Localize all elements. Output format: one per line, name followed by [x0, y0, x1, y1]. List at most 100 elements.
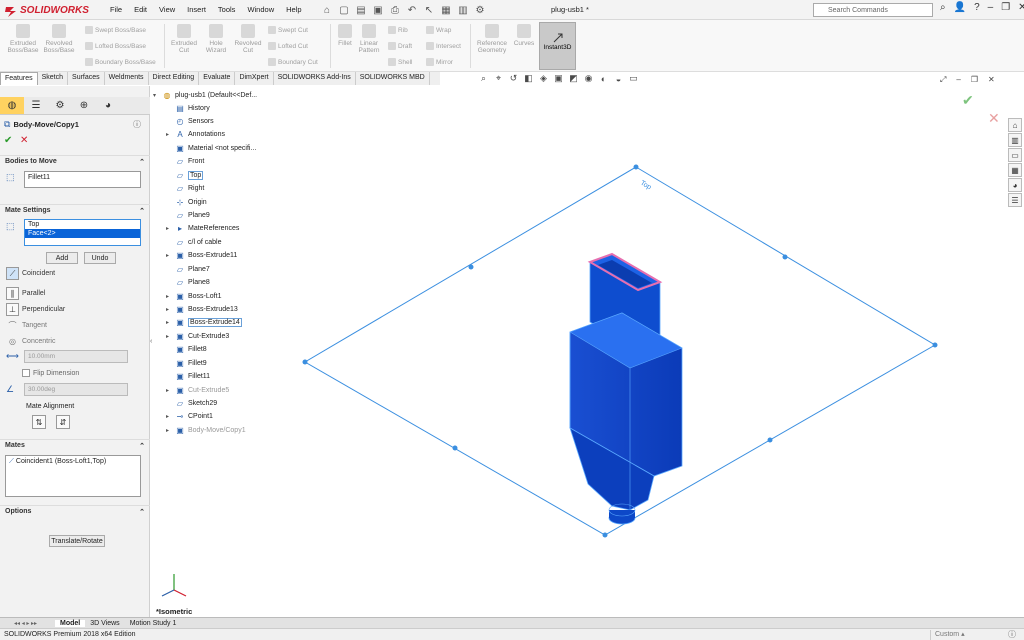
configuration-manager-icon[interactable]: ⚙ — [48, 97, 72, 114]
minimize-icon[interactable]: – — [988, 2, 994, 13]
solidworks-logo[interactable]: SOLIDWORKS — [4, 4, 89, 17]
hole-wizard-button[interactable]: Hole Wizard — [200, 24, 232, 54]
property-manager-icon[interactable]: ☰ — [24, 97, 48, 114]
tab-dimxpert[interactable]: DimXpert — [235, 72, 274, 85]
custom-properties-icon[interactable]: ☰ — [1008, 193, 1022, 207]
previous-view-icon[interactable]: ↺ — [508, 73, 519, 84]
viewport-minimize-icon[interactable]: – — [956, 75, 960, 85]
lofted-cut-button[interactable]: Lofted Cut — [268, 42, 308, 50]
concentric-option[interactable]: ◎ Concentric — [6, 335, 55, 348]
aligned-icon[interactable]: ⇅ — [32, 415, 46, 429]
display-style-icon[interactable]: ◩ — [568, 73, 579, 84]
mate-entry[interactable]: Coincident1 (Boss-Loft1,Top) — [16, 458, 106, 494]
intersect-button[interactable]: Intersect — [426, 42, 461, 50]
viewport-close-icon[interactable]: ✕ — [988, 75, 995, 85]
tab-scroll-arrows[interactable]: ◂◂ ◂ ▸ ▸▸ — [0, 620, 55, 627]
mate-item-top[interactable]: Top — [25, 220, 140, 229]
menu-tools[interactable]: Tools — [212, 3, 242, 16]
linear-pattern-button[interactable]: Linear Pattern — [356, 24, 382, 54]
mates-list[interactable]: ⟋ Coincident1 (Boss-Loft1,Top) — [5, 455, 141, 497]
mate-item-face2[interactable]: Face<2> — [25, 229, 140, 238]
boundary-boss-button[interactable]: Boundary Boss/Base — [85, 58, 156, 66]
dimxpert-manager-icon[interactable]: ⊕ — [72, 97, 96, 114]
design-library-icon[interactable]: ▥ — [1008, 133, 1022, 147]
flip-dimension-checkbox[interactable] — [22, 369, 30, 377]
plane-handle[interactable] — [302, 359, 308, 365]
confirm-check-icon[interactable]: ✔ — [962, 92, 974, 109]
search-commands-input[interactable]: Search Commands — [813, 3, 933, 17]
bodies-to-move-field[interactable]: Fillet11 — [24, 171, 141, 188]
section-view-icon[interactable]: ◧ — [523, 73, 534, 84]
menu-window[interactable]: Window — [241, 3, 280, 16]
swept-cut-button[interactable]: Swept Cut — [268, 26, 308, 34]
open-folder-icon[interactable]: ▤ — [354, 3, 368, 17]
tangent-option[interactable]: ⌒ Tangent — [6, 319, 47, 332]
scene-icon[interactable]: ◒ — [613, 73, 624, 84]
add-button[interactable]: Add — [46, 252, 78, 264]
extruded-boss-button[interactable]: Extruded Boss/Base — [6, 24, 40, 54]
menu-edit[interactable]: Edit — [128, 3, 153, 16]
plane-handle[interactable] — [468, 264, 474, 270]
usb-plug-model[interactable] — [569, 252, 683, 525]
anti-aligned-icon[interactable]: ⇵ — [56, 415, 70, 429]
rebuild-icon[interactable]: ▦ — [439, 3, 453, 17]
graphics-viewport[interactable]: Top *Isometric — [152, 86, 1007, 617]
reference-geometry-button[interactable]: Reference Geometry — [474, 24, 510, 54]
display-manager-icon[interactable]: ◕ — [96, 97, 120, 114]
zoom-area-icon[interactable]: ⌖ — [493, 73, 504, 84]
view-palette-icon[interactable]: ▦ — [1008, 163, 1022, 177]
rib-button[interactable]: Rib — [388, 26, 408, 34]
cancel-x-icon[interactable]: ✕ — [20, 135, 28, 146]
lofted-boss-button[interactable]: Lofted Boss/Base — [85, 42, 146, 50]
file-explorer-icon[interactable]: ▭ — [1008, 148, 1022, 162]
tab-evaluate[interactable]: Evaluate — [199, 72, 236, 85]
plane-handle[interactable] — [932, 342, 938, 348]
tab-features[interactable]: Features — [0, 72, 38, 85]
home-icon[interactable]: ⌂ — [320, 3, 334, 17]
units-selector[interactable]: Custom ▴ — [930, 630, 990, 640]
search-icon[interactable]: ⌕ — [940, 2, 946, 13]
coincident-option[interactable]: ⟋ Coincident — [6, 267, 55, 280]
tab-sketch[interactable]: Sketch — [38, 72, 69, 85]
new-document-icon[interactable]: ▢ — [337, 3, 351, 17]
tab-direct-editing[interactable]: Direct Editing — [149, 72, 200, 85]
edit-appearance-icon[interactable]: ◐ — [598, 73, 609, 84]
dynamic-annotation-icon[interactable]: ◈ — [538, 73, 549, 84]
tab-3d-views[interactable]: 3D Views — [85, 620, 124, 627]
flip-dimension-option[interactable]: Flip Dimension — [22, 369, 79, 377]
zoom-to-fit-icon[interactable]: ⌕ — [478, 73, 489, 84]
plane-handle[interactable] — [767, 437, 773, 443]
tab-surfaces[interactable]: Surfaces — [68, 72, 105, 85]
viewport-restore-icon[interactable]: ❐ — [971, 75, 978, 85]
undo-icon[interactable]: ↶ — [405, 3, 419, 17]
save-icon[interactable]: ▣ — [371, 3, 385, 17]
undo-button[interactable]: Undo — [84, 252, 116, 264]
user-icon[interactable]: 👤 — [954, 2, 966, 13]
menu-insert[interactable]: Insert — [181, 3, 212, 16]
options-gear-icon[interactable]: ⚙ — [473, 3, 487, 17]
curves-button[interactable]: Curves — [512, 24, 536, 47]
tab-addins[interactable]: SOLIDWORKS Add-Ins — [274, 72, 356, 85]
restore-icon[interactable]: ❐ — [1001, 2, 1010, 13]
file-properties-icon[interactable]: ▥ — [456, 3, 470, 17]
distance-field[interactable]: 10.00mm — [24, 350, 128, 363]
ok-check-icon[interactable]: ✔ — [4, 135, 12, 146]
tab-motion-study[interactable]: Motion Study 1 — [125, 620, 182, 627]
draft-button[interactable]: Draft — [388, 42, 412, 50]
instant3d-button[interactable]: Instant3D — [539, 22, 576, 70]
viewport-float-icon[interactable]: ⤢ — [940, 75, 946, 85]
tab-model[interactable]: Model — [55, 619, 86, 627]
appearances-icon[interactable]: ◕ — [1008, 178, 1022, 192]
print-icon[interactable]: ⎙ — [388, 3, 402, 17]
mirror-button[interactable]: Mirror — [426, 58, 453, 66]
revolved-boss-button[interactable]: Revolved Boss/Base — [42, 24, 76, 54]
revolved-cut-button[interactable]: Revolved Cut — [232, 24, 264, 54]
feature-manager-icon[interactable]: ◍ — [0, 97, 24, 114]
angle-field[interactable]: 30.00deg — [24, 383, 128, 396]
wrap-button[interactable]: Wrap — [426, 26, 451, 34]
tab-mbd[interactable]: SOLIDWORKS MBD — [356, 72, 430, 85]
plane-handle[interactable] — [782, 254, 788, 260]
mate-settings-header[interactable]: Mate Settings ⌃ — [0, 204, 150, 218]
resources-home-icon[interactable]: ⌂ — [1008, 118, 1022, 132]
menu-file[interactable]: File — [104, 3, 128, 16]
